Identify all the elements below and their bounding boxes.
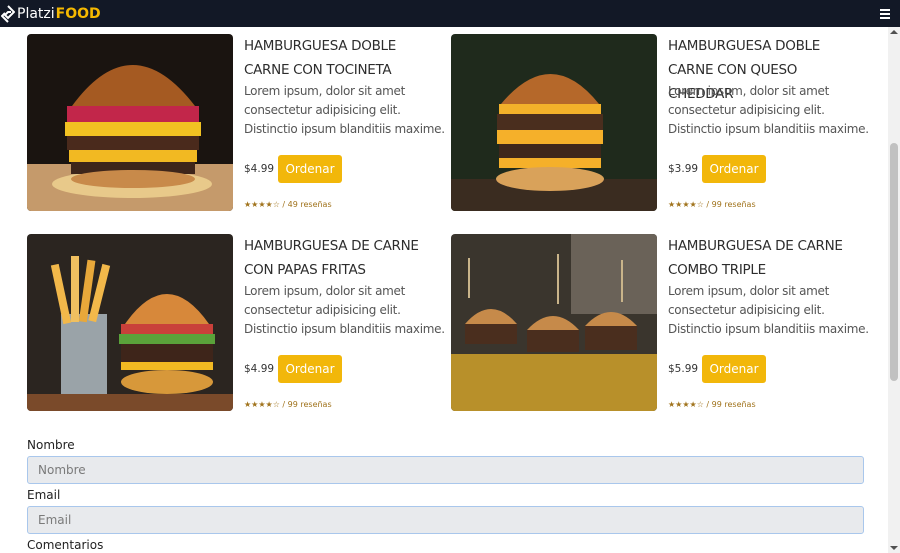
product-image xyxy=(27,234,233,411)
product-card: HAMBURGUESA DOBLE CARNE CON TOCINETA Lor… xyxy=(27,34,445,214)
product-rating: ★★★★☆ / 99 reseñas xyxy=(244,400,332,409)
platzi-logo-icon xyxy=(1,5,15,23)
order-button[interactable]: Ordenar xyxy=(702,155,766,183)
product-title: HAMBURGUESA DE CARNE COMBO TRIPLE xyxy=(668,238,843,278)
contact-form: Nombre Email Comentarios xyxy=(27,436,864,553)
logo-text-food: FOOD xyxy=(55,6,101,22)
product-rating: ★★★★☆ / 99 reseñas xyxy=(668,400,756,409)
product-rating: ★★★★☆ / 99 reseñas xyxy=(668,200,756,209)
product-title: HAMBURGUESA DE CARNE CON PAPAS FRITAS xyxy=(244,238,419,278)
product-description: Lorem ipsum, dolor sit amet consectetur … xyxy=(668,84,869,136)
product-description: Lorem ipsum, dolor sit amet consectetur … xyxy=(244,284,445,336)
product-rating: ★★★★☆ / 49 reseñas xyxy=(244,200,332,209)
scroll-down-arrow-icon[interactable] xyxy=(890,546,898,550)
email-input[interactable] xyxy=(27,506,864,534)
email-label: Email xyxy=(27,488,61,502)
name-input[interactable] xyxy=(27,456,864,484)
product-price: $4.99 xyxy=(244,163,275,175)
product-title: HAMBURGUESA DOBLE CARNE CON TOCINETA xyxy=(244,38,397,78)
product-price: $4.99 xyxy=(244,363,275,375)
platzi-food-logo[interactable]: Platzi FOOD xyxy=(1,4,101,24)
product-card: HAMBURGUESA DE CARNE COMBO TRIPLE Lorem … xyxy=(451,234,869,414)
product-image xyxy=(451,234,657,411)
name-label: Nombre xyxy=(27,438,75,452)
product-description: Lorem ipsum, dolor sit amet consectetur … xyxy=(668,284,869,336)
hamburger-menu-icon[interactable] xyxy=(880,9,890,19)
order-button[interactable]: Ordenar xyxy=(278,355,342,383)
product-image xyxy=(451,34,657,211)
order-button[interactable]: Ordenar xyxy=(278,155,342,183)
page-scrollbar[interactable] xyxy=(888,27,900,553)
order-button[interactable]: Ordenar xyxy=(702,355,766,383)
product-card: HAMBURGUESA DE CARNE CON PAPAS FRITAS Lo… xyxy=(27,234,445,414)
scrollbar-thumb[interactable] xyxy=(890,143,898,381)
navbar: Platzi FOOD xyxy=(0,0,900,27)
product-description: Lorem ipsum, dolor sit amet consectetur … xyxy=(244,84,445,136)
comments-label: Comentarios xyxy=(27,538,104,552)
logo-text-platzi: Platzi xyxy=(17,6,55,22)
product-price: $5.99 xyxy=(668,363,699,375)
scroll-up-arrow-icon[interactable] xyxy=(890,30,898,34)
product-card: HAMBURGUESA DOBLE CARNE CON QUESO CHEDDA… xyxy=(451,34,869,214)
product-image xyxy=(27,34,233,211)
product-price: $3.99 xyxy=(668,163,699,175)
